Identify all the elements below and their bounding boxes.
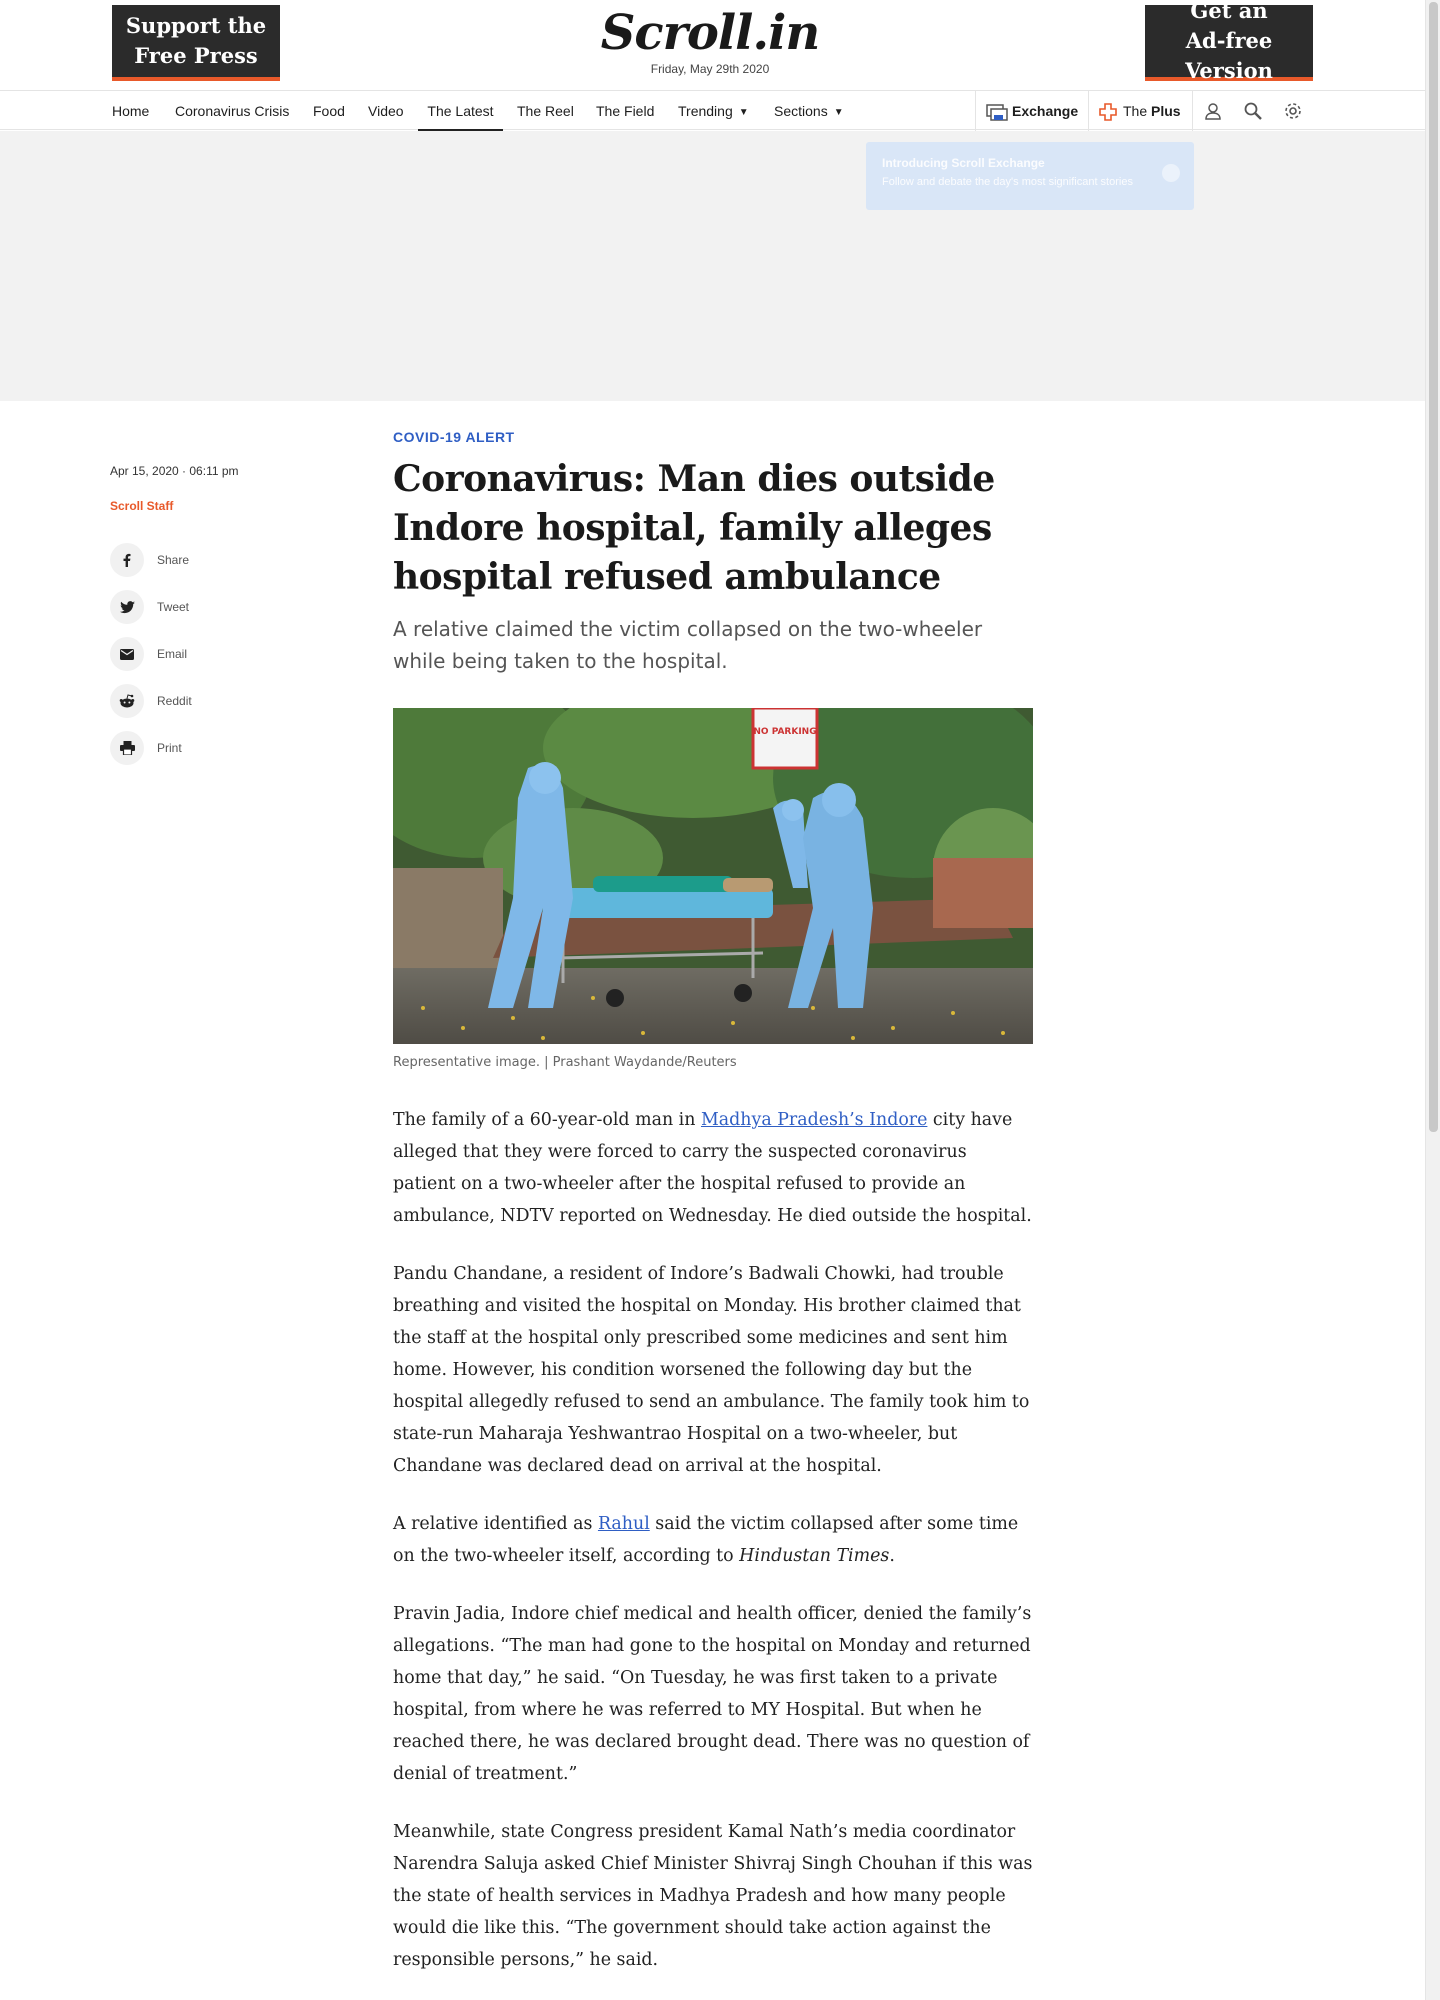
nav-divider	[1088, 91, 1089, 131]
plus-prefix: The	[1123, 103, 1148, 119]
image-caption: Representative image. | Prashant Waydand…	[393, 1055, 737, 1070]
publish-date: Apr 15, 2020 · 06:11 pm	[110, 464, 239, 478]
tooltip-close-icon[interactable]	[1162, 164, 1180, 182]
main-nav: Home Coronavirus Crisis Food Video The L…	[0, 90, 1426, 131]
nav-divider	[975, 91, 976, 131]
madhya-pradesh-indore-link[interactable]: Madhya Pradesh’s Indore	[701, 1110, 927, 1130]
print-label: Print	[157, 741, 182, 755]
nav-item-sections[interactable]: Sections ▼	[774, 91, 844, 131]
rahul-link[interactable]: Rahul	[598, 1514, 650, 1534]
tooltip-title: Introducing Scroll Exchange	[882, 156, 1045, 170]
article-standfirst: A relative claimed the victim collapsed …	[393, 617, 983, 673]
p3-text-end: .	[889, 1546, 895, 1566]
body-paragraph-4: Pravin Jadia, Indore chief medical and h…	[393, 1604, 1032, 1784]
page-scrollbar[interactable]	[1425, 0, 1440, 2000]
search-icon[interactable]	[1243, 101, 1263, 121]
site-logo[interactable]: Scroll.in	[601, 5, 821, 61]
email-label: Email	[157, 647, 188, 661]
logo-block: Scroll.in Friday, May 29th 2020	[560, 4, 860, 76]
twitter-icon	[110, 590, 144, 624]
author-link[interactable]: Scroll Staff	[110, 499, 173, 513]
article-headline: Coronavirus: Man dies outside Indore hos…	[393, 458, 995, 598]
body-paragraph-5: Meanwhile, state Congress president Kama…	[393, 1822, 1033, 1970]
share-reddit-button[interactable]: Reddit	[110, 684, 192, 718]
nav-item-coronavirus-crisis[interactable]: Coronavirus Crisis	[175, 91, 289, 131]
gear-icon[interactable]	[1283, 101, 1303, 121]
ad-free-version-button[interactable]: Get an Ad-free Version	[1145, 0, 1313, 83]
p3-text: A relative identified as	[393, 1514, 598, 1534]
exchange-label: Exchange	[1012, 103, 1079, 119]
share-twitter-button[interactable]: Tweet	[110, 590, 189, 624]
reddit-label: Reddit	[157, 694, 192, 708]
category-kicker[interactable]: COVID-19 ALERT	[393, 429, 1033, 445]
exchange-tooltip: Introducing Scroll Exchange Follow and d…	[866, 142, 1194, 210]
plus-label: Plus	[1151, 103, 1181, 119]
hindustan-times-italic: Hindustan Times	[739, 1546, 890, 1566]
p1-text: The family of a 60-year-old man in	[393, 1110, 701, 1130]
reddit-icon	[110, 684, 144, 718]
masthead: Support the Free Press Scroll.in Friday,…	[0, 0, 1426, 90]
nav-item-the-reel[interactable]: The Reel	[517, 91, 574, 131]
body-paragraph-2: Pandu Chandane, a resident of Indore’s B…	[393, 1264, 1030, 1476]
hero-image: NO PARKING	[393, 708, 1033, 1044]
body-paragraph-3: A relative identified as Rahul said the …	[393, 1508, 1033, 1572]
chevron-down-icon: ▼	[738, 107, 749, 118]
nav-item-trending[interactable]: Trending ▼	[678, 91, 749, 131]
scrollbar-thumb[interactable]	[1429, 2, 1438, 1132]
user-icon[interactable]	[1203, 101, 1223, 121]
nav-item-food[interactable]: Food	[313, 91, 345, 131]
share-facebook-button[interactable]: Share	[110, 543, 189, 577]
nav-item-the-field[interactable]: The Field	[596, 91, 654, 131]
facebook-icon	[110, 543, 144, 577]
the-plus-button[interactable]: The Plus	[1099, 91, 1181, 131]
article-body: The family of a 60-year-old man in Madhy…	[393, 1104, 1033, 1976]
share-label: Share	[157, 553, 190, 567]
nav-item-home[interactable]: Home	[112, 91, 149, 131]
masthead-date: Friday, May 29th 2020	[650, 62, 770, 76]
nav-item-video[interactable]: Video	[368, 91, 404, 131]
tooltip-subtitle: Follow and debate the day's most signifi…	[882, 176, 1133, 188]
nav-item-the-latest[interactable]: The Latest	[418, 91, 503, 131]
ad-banner-area	[0, 131, 1426, 401]
plus-icon	[1099, 103, 1117, 122]
no-parking-sign-text: NO PARKING	[753, 727, 816, 737]
nav-divider	[1192, 91, 1193, 131]
tweet-label: Tweet	[157, 600, 190, 614]
body-paragraph-1: The family of a 60-year-old man in Madhy…	[393, 1104, 1033, 1232]
nav-trending-label: Trending	[678, 103, 733, 119]
exchange-button[interactable]: Exchange	[986, 91, 1078, 131]
support-free-press-button[interactable]: Support the Free Press	[112, 5, 280, 81]
exchange-icon	[986, 104, 1008, 122]
print-button[interactable]: Print	[110, 731, 182, 765]
chevron-down-icon: ▼	[833, 107, 844, 118]
printer-icon	[110, 731, 144, 765]
nav-sections-label: Sections	[774, 103, 828, 119]
share-email-button[interactable]: Email	[110, 637, 187, 671]
hero-photo-illustration: NO PARKING	[393, 708, 1033, 1044]
envelope-icon	[110, 637, 144, 671]
